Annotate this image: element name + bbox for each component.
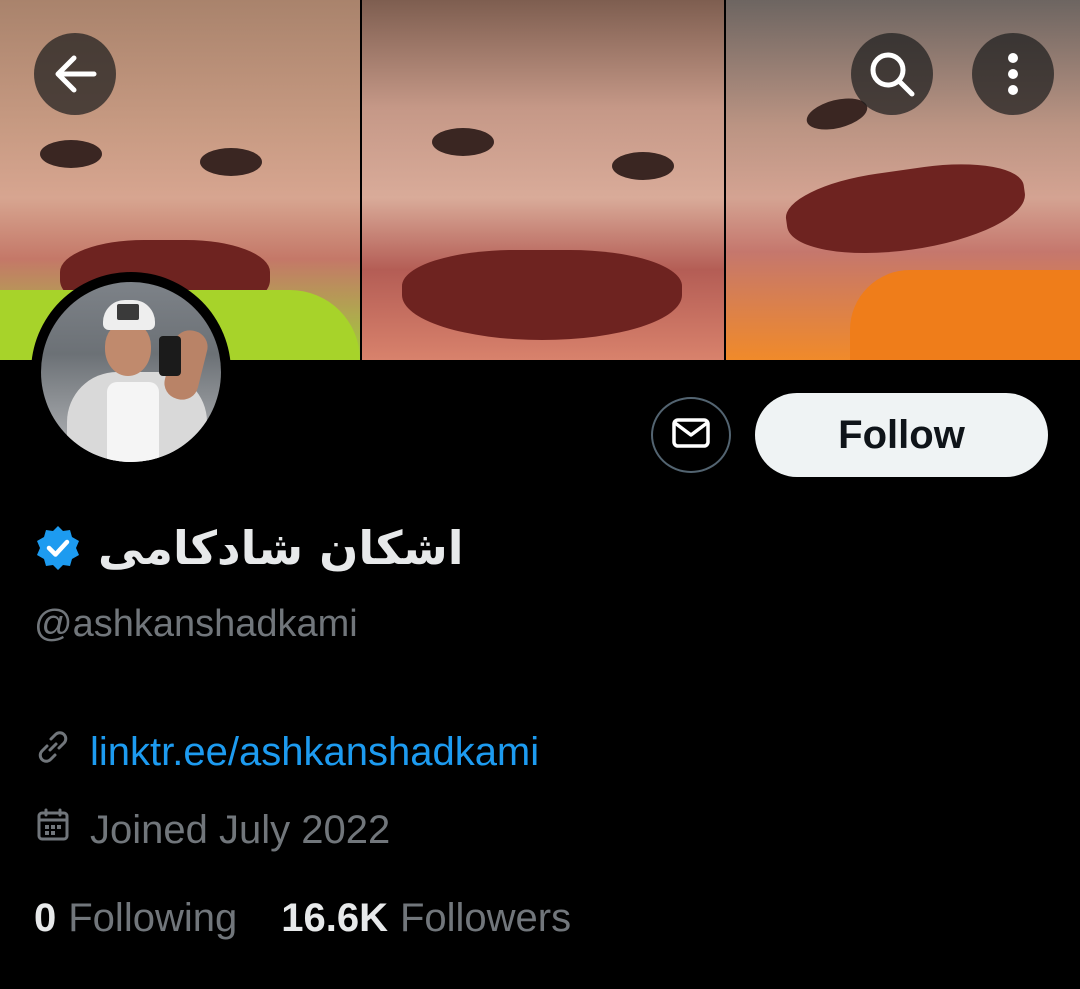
profile-stats: 0 Following 16.6K Followers [34, 890, 571, 946]
profile-website-link[interactable]: linktr.ee/ashkanshadkami [90, 730, 539, 775]
search-button[interactable] [851, 33, 933, 115]
more-vertical-icon [1006, 52, 1020, 96]
profile-link-row: linktr.ee/ashkanshadkami [34, 724, 539, 780]
profile-joined-row: Joined July 2022 [34, 802, 390, 858]
verified-badge-icon [34, 524, 82, 572]
more-options-button[interactable] [972, 33, 1054, 115]
message-button[interactable] [651, 397, 731, 473]
arrow-left-icon [52, 54, 98, 94]
profile-name-row: اشکان شادکامی [34, 508, 463, 588]
following-stat[interactable]: 0 Following [34, 896, 237, 941]
banner-photo-2 [362, 0, 724, 360]
follow-button[interactable]: Follow [755, 393, 1048, 477]
followers-count: 16.6K [281, 895, 388, 940]
envelope-icon [671, 417, 711, 453]
profile-avatar[interactable] [31, 272, 231, 472]
followers-label: Followers [399, 895, 572, 940]
following-label: Following [68, 895, 238, 940]
profile-handle: @ashkanshadkami [34, 603, 358, 645]
back-button[interactable] [34, 33, 116, 115]
display-name: اشکان شادکامی [98, 521, 464, 575]
joined-date: Joined July 2022 [90, 807, 391, 852]
search-icon [867, 49, 917, 99]
avatar-photo [41, 282, 221, 462]
calendar-icon [34, 806, 72, 854]
link-icon [34, 728, 72, 776]
following-count: 0 [34, 895, 57, 940]
followers-stat[interactable]: 16.6K Followers [281, 896, 571, 941]
